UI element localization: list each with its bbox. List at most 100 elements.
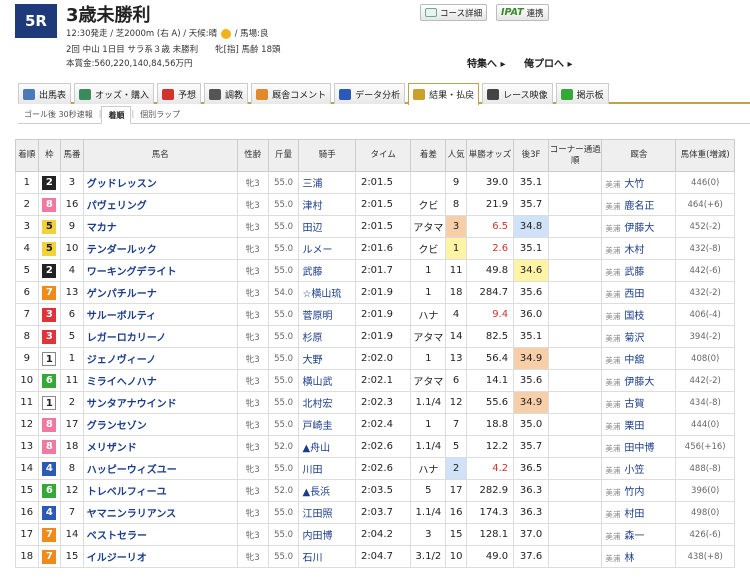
course-detail-label: コース詳細: [440, 8, 483, 19]
cell-horse-name[interactable]: ベストセラー: [82, 523, 238, 546]
ipat-logo: IPAT: [501, 7, 524, 18]
tab-race-video[interactable]: レース映像: [482, 83, 553, 104]
subtab-finish-order[interactable]: 着順: [101, 106, 132, 124]
cell-time: 2:01.9: [354, 281, 412, 304]
cell-weight-carried: 55.0: [267, 259, 300, 282]
frame-badge: 8: [42, 197, 57, 212]
cell-jockey[interactable]: 北村宏: [298, 391, 356, 414]
cell-jockey[interactable]: 杉原: [298, 325, 356, 348]
trainer-name: 小笠: [624, 465, 645, 476]
cell-jockey[interactable]: 戸崎圭: [298, 413, 356, 436]
cell-jockey[interactable]: 石川: [298, 545, 356, 568]
cell-trainer[interactable]: 美浦 栗田: [601, 413, 677, 436]
frame-badge: 5: [42, 219, 57, 234]
cell-horse-name[interactable]: ワーキングデライト: [82, 259, 238, 282]
cell-jockey[interactable]: ルメー: [298, 237, 356, 260]
tab-race-card[interactable]: 出馬表: [18, 83, 72, 104]
cell-trainer[interactable]: 美浦 伊藤大: [601, 215, 677, 238]
cell-jockey[interactable]: ▲舟山: [298, 435, 356, 458]
cell-trainer[interactable]: 美浦 伊藤大: [601, 369, 677, 392]
cell-rank: 3: [15, 215, 39, 238]
cell-jockey[interactable]: 菅原明: [298, 303, 356, 326]
cell-jockey[interactable]: 内田博: [298, 523, 356, 546]
oreporo-link[interactable]: 俺プロへ ▸: [524, 55, 573, 70]
cell-last3f: 35.0: [513, 413, 550, 436]
cell-sex-age: 牝3: [236, 325, 269, 348]
cell-jockey[interactable]: 田辺: [298, 215, 356, 238]
tab-training[interactable]: 調教: [204, 83, 249, 104]
cell-corner: [548, 281, 603, 304]
tab-board[interactable]: 掲示板: [555, 83, 609, 104]
cell-jockey[interactable]: 津村: [298, 193, 356, 216]
cell-jockey[interactable]: 横山武: [298, 369, 356, 392]
cell-jockey[interactable]: 大野: [298, 347, 356, 370]
course-detail-button[interactable]: コース詳細: [420, 4, 488, 21]
cell-trainer[interactable]: 美浦 中舘: [601, 347, 677, 370]
tokusyu-link[interactable]: 特集へ ▸: [467, 55, 506, 70]
cell-popularity: 13: [445, 347, 467, 370]
cell-trainer[interactable]: 美浦 大竹: [601, 171, 677, 194]
cell-trainer[interactable]: 美浦 村田: [601, 501, 677, 524]
board-icon: [560, 88, 573, 100]
table-row: 12 8 17 グランセゾン 牝3 55.0 戸崎圭 2:02.4 1 7 18.8 35.0 美浦 栗田…: [15, 413, 735, 436]
cell-popularity: 14: [445, 325, 467, 348]
cell-odds: 49.8: [465, 259, 515, 282]
cell-horse-name[interactable]: ハッピーウィズユー: [82, 457, 238, 480]
cell-horse-name[interactable]: パヴェリング: [82, 193, 238, 216]
cell-body-weight: 442(-2): [675, 369, 735, 392]
cell-frame: 5: [37, 215, 62, 238]
tab-label: 調教: [225, 90, 244, 101]
cell-jockey[interactable]: 江田照: [298, 501, 356, 524]
cell-jockey[interactable]: 川田: [298, 457, 356, 480]
cell-jockey[interactable]: ▲長浜: [298, 479, 356, 502]
cell-trainer[interactable]: 美浦 森一: [601, 523, 677, 546]
cell-horse-name[interactable]: イルジーリオ: [82, 545, 238, 568]
cell-sex-age: 牝3: [236, 237, 269, 260]
cell-horse-name[interactable]: サルーボルティ: [82, 303, 238, 326]
subtab-goal-flash[interactable]: ゴール後 30秒速報: [18, 106, 99, 123]
cell-trainer[interactable]: 美浦 鹿名正: [601, 193, 677, 216]
ipat-link-button[interactable]: IPAT 連携: [496, 4, 549, 21]
cell-trainer[interactable]: 美浦 菊沢: [601, 325, 677, 348]
trainer-name: 中舘: [624, 355, 645, 366]
cell-horse-name[interactable]: ミライヘノハナ: [82, 369, 238, 392]
cell-horse-name[interactable]: ジェノヴィーノ: [82, 347, 238, 370]
cell-horse-name[interactable]: マカナ: [82, 215, 238, 238]
cell-trainer[interactable]: 美浦 木村: [601, 237, 677, 260]
tab-data-analysis[interactable]: データ分析: [334, 83, 406, 104]
cell-popularity: 2: [445, 457, 467, 480]
tab-stable-comment[interactable]: 厩舎コメント: [251, 83, 332, 104]
tab-odds[interactable]: オッズ・購入: [74, 83, 155, 104]
cell-trainer[interactable]: 美浦 西田: [601, 281, 677, 304]
cell-horse-num: 12: [60, 479, 84, 502]
tab-result[interactable]: 結果・払戻: [408, 83, 480, 105]
cell-margin: 3.1/2: [410, 545, 447, 568]
cell-horse-name[interactable]: グッドレッスン: [82, 171, 238, 194]
cell-trainer[interactable]: 美浦林: [601, 545, 677, 568]
cell-jockey[interactable]: 三浦: [298, 171, 356, 194]
cell-horse-name[interactable]: ヤマニンラリアンス: [82, 501, 238, 524]
cell-trainer[interactable]: 美浦 国枝: [601, 303, 677, 326]
cell-time: 2:01.5: [354, 171, 412, 194]
cell-trainer[interactable]: 美浦 竹内: [601, 479, 677, 502]
cell-horse-name[interactable]: グランセゾン: [82, 413, 238, 436]
cell-horse-name[interactable]: メリザンド: [82, 435, 238, 458]
cell-frame: 7: [37, 523, 62, 546]
cell-trainer[interactable]: 美浦 古賀: [601, 391, 677, 414]
cell-frame: 6: [37, 369, 62, 392]
cell-horse-name[interactable]: テンダールック: [82, 237, 238, 260]
cell-horse-name[interactable]: トレベルフィーユ: [82, 479, 238, 502]
cell-jockey[interactable]: ☆横山琉: [298, 281, 356, 304]
cell-margin: 3: [410, 523, 447, 546]
cell-horse-name[interactable]: ゲンパチルーナ: [82, 281, 238, 304]
arrow-right-icon: ▸: [567, 59, 573, 70]
cell-trainer[interactable]: 美浦 田中博: [601, 435, 677, 458]
cell-horse-name[interactable]: レガーロカリーノ: [82, 325, 238, 348]
tab-prediction[interactable]: 予想: [157, 83, 202, 104]
cell-trainer[interactable]: 美浦 小笠: [601, 457, 677, 480]
cell-trainer[interactable]: 美浦 武藤: [601, 259, 677, 282]
subtab-lap[interactable]: 個別ラップ: [134, 106, 186, 123]
cell-rank: 14: [15, 457, 39, 480]
cell-horse-name[interactable]: サンタアナウインド: [82, 391, 238, 414]
cell-jockey[interactable]: 武藤: [298, 259, 356, 282]
